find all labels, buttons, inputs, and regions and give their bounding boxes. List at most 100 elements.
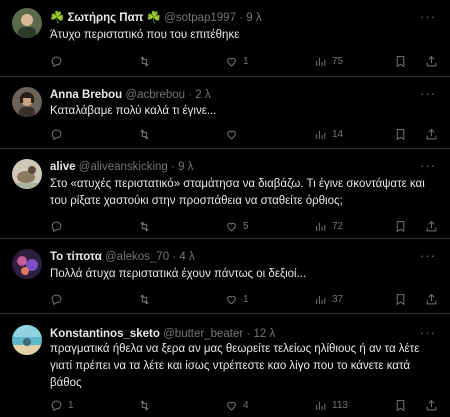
retweet-button[interactable] (138, 398, 156, 412)
avatar[interactable] (12, 249, 42, 279)
retweet-button[interactable] (138, 127, 156, 141)
more-icon[interactable]: ··· (420, 249, 436, 262)
reply-icon (51, 129, 62, 140)
like-button[interactable]: 4 (225, 398, 249, 412)
avatar[interactable] (12, 159, 42, 189)
action-bar: 1 4 113 (50, 398, 440, 412)
tweet-text: Καταλάβαμε πολύ καλά τι έγινε... (50, 105, 217, 117)
tweet-text: Άτυχο περιστατικό που του επιτέθηκε (50, 29, 240, 41)
heart-icon (227, 401, 236, 410)
display-name[interactable]: Anna Brebou (50, 89, 122, 101)
heart-icon (227, 295, 236, 304)
tweet-header: Το τίποτα @alekos_70 · 4 λ (50, 250, 420, 264)
display-name[interactable]: Konstantinos_sketo (50, 328, 160, 340)
reply-icon (51, 221, 62, 232)
reply-button[interactable] (50, 127, 68, 141)
user-handle[interactable]: @butter_beater (163, 328, 243, 340)
share-button[interactable] (425, 219, 438, 233)
tweet[interactable]: alive @aliveanskicking · 9 λ ··· Στο «ατ… (0, 149, 450, 239)
display-name[interactable]: alive (50, 161, 76, 173)
bookmark-button[interactable] (394, 292, 407, 306)
reply-button[interactable] (50, 292, 68, 306)
like-button[interactable] (225, 127, 243, 141)
views-icon (316, 222, 326, 231)
timestamp[interactable]: 2 λ (195, 89, 210, 101)
retweet-icon (140, 55, 149, 67)
more-icon[interactable]: ··· (420, 10, 436, 23)
views-button[interactable]: 75 (314, 54, 343, 68)
tweet-header: ☘️ Σωτήρης Παπ ☘️ @sotpap1997 · 9 λ (50, 11, 420, 25)
views-button[interactable]: 14 (314, 127, 343, 141)
reply-button[interactable] (50, 219, 68, 233)
share-icon (426, 220, 437, 231)
tweet-header: Anna Brebou @acbrebou · 2 λ (50, 88, 420, 102)
tweet-text: Πολλά άτυχα περιστατικά έχουν πάντως οι … (50, 268, 307, 280)
retweet-button[interactable] (138, 219, 156, 233)
reply-icon (51, 294, 62, 305)
bookmark-button[interactable] (394, 219, 407, 233)
share-button[interactable] (425, 398, 438, 412)
heart-icon (227, 130, 236, 139)
like-button[interactable]: 1 (225, 292, 249, 306)
retweet-icon (140, 399, 149, 411)
action-bar: 1 37 (50, 292, 440, 306)
tweet[interactable]: Το τίποτα @alekos_70 · 4 λ ··· Πολλά άτυ… (0, 239, 450, 314)
like-button[interactable]: 1 (225, 54, 249, 68)
view-count: 72 (332, 220, 344, 232)
user-handle[interactable]: @acbrebou (125, 89, 185, 101)
bookmark-icon (396, 399, 405, 411)
tweet-text: Στο «ατυχές περιστατικό» σταμάτησα να δι… (50, 178, 425, 207)
retweet-icon (140, 220, 149, 232)
retweet-button[interactable] (138, 292, 156, 306)
user-handle[interactable]: @sotpap1997 (164, 12, 236, 24)
separator-dot: · (246, 328, 251, 340)
tweet[interactable]: Konstantinos_sketo @butter_beater · 12 λ… (0, 314, 450, 417)
like-count: 1 (243, 55, 249, 67)
separator-dot: · (171, 161, 175, 173)
reply-button[interactable]: 1 (50, 398, 74, 412)
more-icon[interactable]: ··· (420, 159, 436, 172)
share-icon (426, 128, 437, 139)
more-icon[interactable]: ··· (420, 87, 436, 100)
timestamp[interactable]: 4 λ (179, 251, 194, 263)
like-button[interactable]: 5 (225, 219, 249, 233)
tweet-header: Konstantinos_sketo @butter_beater · 12 λ (50, 327, 420, 341)
retweet-button[interactable] (138, 54, 156, 68)
reply-button[interactable] (50, 54, 68, 68)
views-button[interactable]: 113 (314, 398, 348, 412)
display-name[interactable]: Το τίποτα (50, 251, 102, 263)
tweet-header: alive @aliveanskicking · 9 λ (50, 160, 420, 174)
timestamp[interactable]: 12 λ (253, 328, 275, 340)
bookmark-button[interactable] (394, 54, 407, 68)
view-count: 14 (332, 128, 344, 140)
heart-icon (227, 222, 236, 231)
bookmark-button[interactable] (394, 127, 407, 141)
views-icon (316, 295, 326, 304)
separator-dot: · (172, 251, 177, 263)
user-handle[interactable]: @alekos_70 (105, 251, 169, 263)
tweet[interactable]: ☘️ Σωτήρης Παπ ☘️ @sotpap1997 · 9 λ ··· … (0, 0, 450, 77)
avatar[interactable] (12, 325, 42, 355)
avatar[interactable] (12, 8, 42, 38)
share-button[interactable] (425, 54, 438, 68)
views-button[interactable]: 72 (314, 219, 343, 233)
separator-dot: · (188, 89, 193, 101)
reply-icon (51, 400, 62, 411)
more-icon[interactable]: ··· (420, 326, 436, 339)
share-icon (426, 399, 437, 410)
like-count: 5 (243, 220, 249, 232)
timestamp[interactable]: 9 λ (246, 12, 261, 24)
views-button[interactable]: 37 (314, 292, 343, 306)
tweet[interactable]: Anna Brebou @acbrebou · 2 λ ··· Καταλάβα… (0, 77, 450, 149)
display-name[interactable]: ☘️ Σωτήρης Παπ ☘️ (50, 12, 161, 24)
view-count: 113 (332, 399, 348, 411)
share-button[interactable] (425, 127, 438, 141)
user-handle[interactable]: @aliveanskicking (79, 161, 168, 173)
view-count: 37 (332, 293, 344, 305)
like-count: 4 (243, 399, 249, 411)
share-button[interactable] (425, 292, 438, 306)
bookmark-button[interactable] (394, 398, 407, 412)
timestamp[interactable]: 9 λ (178, 161, 193, 173)
avatar[interactable] (12, 87, 42, 117)
share-icon (426, 293, 437, 304)
